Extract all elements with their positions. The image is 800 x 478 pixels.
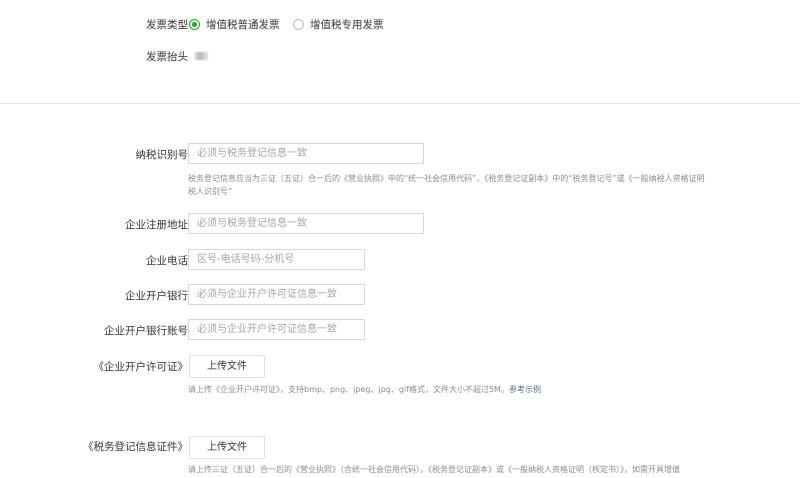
invoice-title-label: 发票抬头 [146, 51, 188, 63]
license-upload-button[interactable]: 上传文件 [189, 355, 265, 378]
bank-label: 企业开户银行 [125, 290, 188, 302]
account-label: 企业开户银行账号 [104, 325, 188, 337]
invoice-type-label: 发票类型 [146, 19, 188, 31]
tax-cert-upload-hint: 请上传三证（五证）合一后的《营业执照》（含统一社会信用代码），《税务登记证副本》… [188, 465, 680, 474]
radio-ordinary-invoice-label[interactable]: 增值税普通发票 [206, 17, 280, 32]
license-upload-hint: 请上传《企业开户许可证》，支持bmp、png、jpeg、jpg、gif格式，文件… [188, 384, 541, 396]
tax-id-input[interactable]: 必须与税务登记信息一致 [188, 143, 424, 164]
tax-id-hint-line1: 税务登记信息应当为三证（五证）合一后的《营业执照》中的“统一社会信用代码”，《税… [188, 174, 705, 183]
radio-ordinary-invoice[interactable] [189, 19, 200, 30]
reference-example-link[interactable]: 参考示例 [509, 385, 541, 394]
address-input[interactable]: 必须与税务登记信息一致 [188, 213, 424, 234]
tax-id-hint-line2: 税人识别号” [188, 187, 233, 196]
phone-label: 企业电话 [146, 255, 188, 267]
invoice-title-value-blurred [195, 52, 208, 60]
tax-cert-upload-button[interactable]: 上传文件 [189, 436, 265, 459]
radio-special-invoice[interactable] [293, 19, 304, 30]
tax-id-label: 纳税识别号 [135, 149, 189, 161]
phone-input[interactable]: 区号-电话号码-分机号 [188, 249, 365, 270]
license-upload-hint-text: 请上传《企业开户许可证》，支持bmp、png、jpeg、jpg、gif格式，文件… [188, 385, 509, 394]
bank-input[interactable]: 必须与企业开户许可证信息一致 [188, 284, 365, 305]
tax-cert-upload-label: 《税务登记信息证件》 [83, 441, 188, 453]
section-divider [0, 103, 800, 104]
license-upload-label: 《企业开户许可证》 [93, 361, 189, 373]
radio-special-invoice-label[interactable]: 增值税专用发票 [310, 17, 384, 32]
account-input[interactable]: 必须与企业开户许可证信息一致 [188, 319, 365, 340]
address-label: 企业注册地址 [125, 219, 188, 231]
